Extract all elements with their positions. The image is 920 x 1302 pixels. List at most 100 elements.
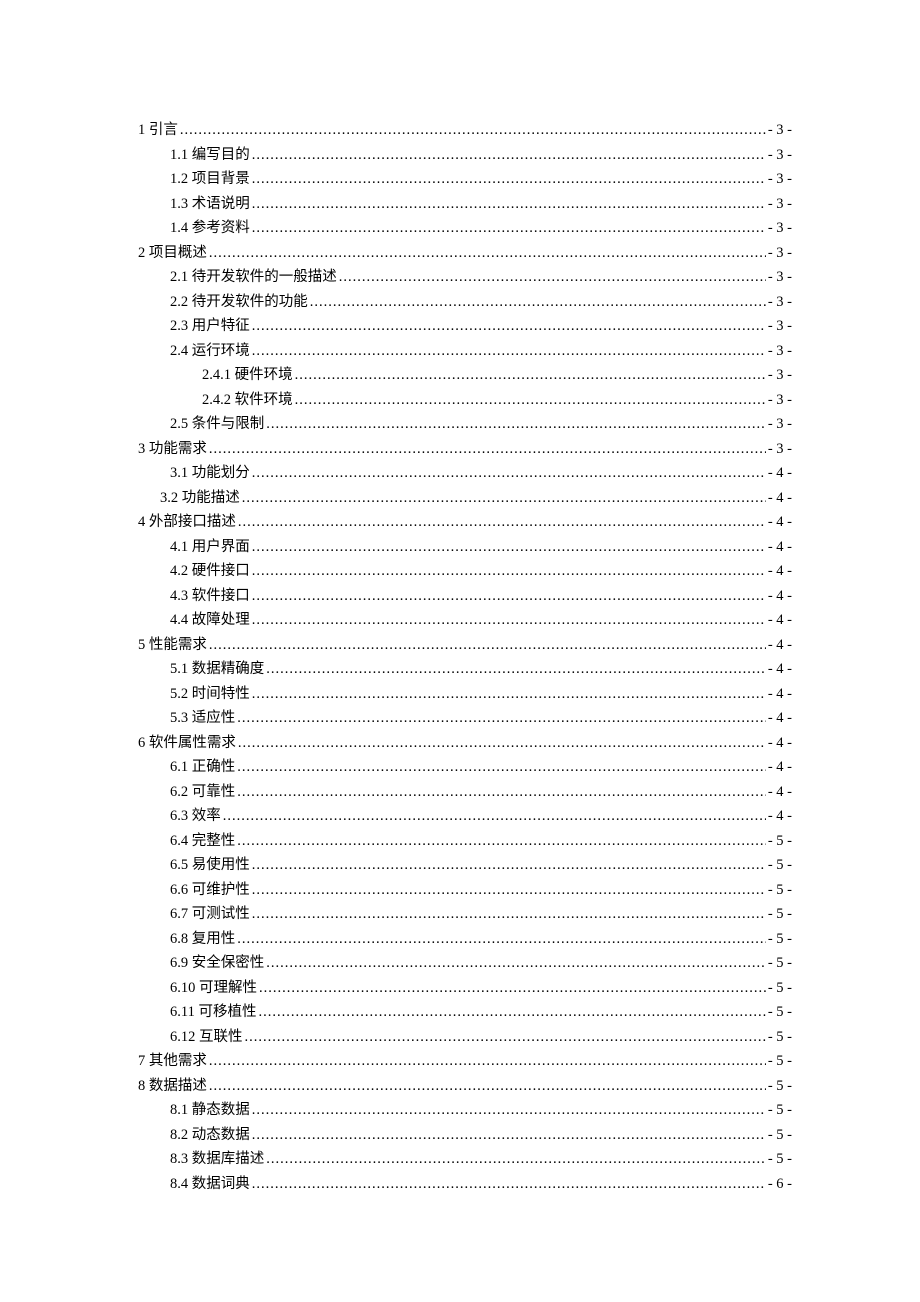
toc-leader bbox=[252, 461, 766, 486]
toc-entry[interactable]: 4.2 硬件接口- 4 - bbox=[138, 559, 792, 584]
toc-entry[interactable]: 3.2 功能描述- 4 - bbox=[138, 486, 792, 511]
toc-entry[interactable]: 1 引言 - 3 - bbox=[138, 118, 792, 143]
toc-leader bbox=[242, 486, 766, 511]
toc-leader bbox=[252, 1098, 766, 1123]
toc-entry[interactable]: 8.3 数据库描述- 5 - bbox=[138, 1147, 792, 1172]
toc-entry[interactable]: 2.4.1 硬件环境- 3 - bbox=[138, 363, 792, 388]
toc-entry-page: - 3 - bbox=[768, 143, 792, 168]
toc-entry-page: - 3 - bbox=[768, 388, 792, 413]
toc-entry[interactable]: 6.1 正确性 - 4 - bbox=[138, 755, 792, 780]
toc-entry-label: 3.2 功能描述 bbox=[160, 486, 240, 511]
toc-entry[interactable]: 5.2 时间特性- 4 - bbox=[138, 682, 792, 707]
toc-entry-page: - 3 - bbox=[768, 118, 792, 143]
toc-entry-page: - 4 - bbox=[768, 608, 792, 633]
toc-entry[interactable]: 4.1 用户界面- 4 - bbox=[138, 535, 792, 560]
toc-leader bbox=[209, 1074, 766, 1099]
toc-entry-page: - 5 - bbox=[768, 829, 792, 854]
toc-entry[interactable]: 6.2 可靠性- 4 - bbox=[138, 780, 792, 805]
toc-entry[interactable]: 7 其他需求- 5 - bbox=[138, 1049, 792, 1074]
toc-entry[interactable]: 1.1 编写目的 - 3 - bbox=[138, 143, 792, 168]
toc-leader bbox=[237, 829, 766, 854]
toc-leader bbox=[223, 804, 766, 829]
toc-leader bbox=[237, 706, 766, 731]
toc-entry[interactable]: 4.4 故障处理- 4 - bbox=[138, 608, 792, 633]
toc-entry-label: 1.3 术语说明 bbox=[170, 192, 250, 217]
toc-entry-page: - 5 - bbox=[768, 1049, 792, 1074]
toc-entry-page: - 5 - bbox=[768, 902, 792, 927]
toc-entry-page: - 4 - bbox=[768, 461, 792, 486]
toc-entry-page: - 4 - bbox=[768, 780, 792, 805]
toc-entry[interactable]: 4.3 软件接口- 4 - bbox=[138, 584, 792, 609]
toc-entry-page: - 5 - bbox=[768, 976, 792, 1001]
toc-entry[interactable]: 3.1 功能划分- 4 - bbox=[138, 461, 792, 486]
toc-entry-label: 2.4 运行环境 bbox=[170, 339, 250, 364]
toc-entry-page: - 5 - bbox=[768, 1123, 792, 1148]
toc-entry[interactable]: 5.1 数据精确度- 4 - bbox=[138, 657, 792, 682]
toc-entry[interactable]: 1.2 项目背景- 3 - bbox=[138, 167, 792, 192]
toc-entry[interactable]: 2.3 用户特征- 3 - bbox=[138, 314, 792, 339]
toc-entry[interactable]: 8.1 静态数据- 5 - bbox=[138, 1098, 792, 1123]
toc-entry-page: - 4 - bbox=[768, 731, 792, 756]
toc-entry[interactable]: 8.2 动态数据- 5 - bbox=[138, 1123, 792, 1148]
toc-entry[interactable]: 2.1 待开发软件的一般描述- 3 - bbox=[138, 265, 792, 290]
toc-entry-label: 2 项目概述 bbox=[138, 241, 207, 266]
toc-entry[interactable]: 1.4 参考资料 - 3 - bbox=[138, 216, 792, 241]
toc-entry[interactable]: 1.3 术语说明- 3 - bbox=[138, 192, 792, 217]
toc-leader bbox=[245, 1025, 766, 1050]
toc-entry-page: - 3 - bbox=[768, 216, 792, 241]
toc-leader bbox=[237, 927, 766, 952]
toc-entry[interactable]: 6.12 互联性- 5 - bbox=[138, 1025, 792, 1050]
toc-entry-page: - 5 - bbox=[768, 1147, 792, 1172]
toc-leader bbox=[339, 265, 766, 290]
toc-entry-label: 4.2 硬件接口 bbox=[170, 559, 250, 584]
toc-entry-page: - 6 - bbox=[768, 1172, 792, 1197]
toc-entry[interactable]: 2.4.2 软件环境- 3 - bbox=[138, 388, 792, 413]
toc-entry-page: - 4 - bbox=[768, 755, 792, 780]
toc-entry[interactable]: 6.3 效率- 4 - bbox=[138, 804, 792, 829]
toc-entry[interactable]: 8 数据描述- 5 - bbox=[138, 1074, 792, 1099]
toc-entry-label: 8 数据描述 bbox=[138, 1074, 207, 1099]
toc-entry-label: 2.4.1 硬件环境 bbox=[202, 363, 293, 388]
toc-entry[interactable]: 6.7 可测试性- 5 - bbox=[138, 902, 792, 927]
toc-entry-label: 5.2 时间特性 bbox=[170, 682, 250, 707]
toc-leader bbox=[252, 216, 766, 241]
toc-entry-label: 8.1 静态数据 bbox=[170, 1098, 250, 1123]
toc-entry[interactable]: 6 软件属性需求- 4 - bbox=[138, 731, 792, 756]
toc-entry[interactable]: 6.9 安全保密性- 5 - bbox=[138, 951, 792, 976]
toc-entry[interactable]: 8.4 数据词典- 6 - bbox=[138, 1172, 792, 1197]
toc-entry[interactable]: 6.5 易使用性- 5 - bbox=[138, 853, 792, 878]
toc-entry-page: - 5 - bbox=[768, 1000, 792, 1025]
toc-leader bbox=[259, 976, 766, 1001]
toc-entry-label: 6.12 互联性 bbox=[170, 1025, 243, 1050]
toc-entry[interactable]: 6.6 可维护性- 5 - bbox=[138, 878, 792, 903]
toc-leader bbox=[238, 510, 766, 535]
toc-entry-label: 5 性能需求 bbox=[138, 633, 207, 658]
toc-entry-label: 2.5 条件与限制 bbox=[170, 412, 264, 437]
toc-entry[interactable]: 5.3 适应性- 4 - bbox=[138, 706, 792, 731]
toc-leader bbox=[209, 437, 766, 462]
toc-entry[interactable]: 2 项目概述- 3 - bbox=[138, 241, 792, 266]
toc-entry[interactable]: 4 外部接口描述- 4 - bbox=[138, 510, 792, 535]
toc-entry-page: - 5 - bbox=[768, 927, 792, 952]
toc-entry[interactable]: 6.11 可移植性- 5 - bbox=[138, 1000, 792, 1025]
toc-entry-label: 5.1 数据精确度 bbox=[170, 657, 264, 682]
toc-entry-label: 1.4 参考资料 bbox=[170, 216, 250, 241]
toc-entry[interactable]: 6.10 可理解性 - 5 - bbox=[138, 976, 792, 1001]
toc-leader bbox=[237, 780, 766, 805]
toc-entry[interactable]: 2.4 运行环境 - 3 - bbox=[138, 339, 792, 364]
toc-entry-page: - 3 - bbox=[768, 412, 792, 437]
toc-entry-label: 6.1 正确性 bbox=[170, 755, 235, 780]
table-of-contents: 1 引言- 3 -1.1 编写目的- 3 -1.2 项目背景- 3 -1.3 术… bbox=[138, 118, 792, 1196]
toc-entry[interactable]: 2.2 待开发软件的功能- 3 - bbox=[138, 290, 792, 315]
toc-entry[interactable]: 6.8 复用性- 5 - bbox=[138, 927, 792, 952]
toc-entry-label: 1 引言 bbox=[138, 118, 178, 143]
toc-entry[interactable]: 5 性能需求- 4 - bbox=[138, 633, 792, 658]
toc-entry[interactable]: 6.4 完整性- 5 - bbox=[138, 829, 792, 854]
toc-entry[interactable]: 2.5 条件与限制 - 3 - bbox=[138, 412, 792, 437]
toc-leader bbox=[252, 143, 766, 168]
toc-entry[interactable]: 3 功能需求- 3 - bbox=[138, 437, 792, 462]
toc-leader bbox=[252, 608, 766, 633]
toc-entry-label: 1.1 编写目的 bbox=[170, 143, 250, 168]
toc-entry-label: 6.10 可理解性 bbox=[170, 976, 257, 1001]
toc-entry-page: - 3 - bbox=[768, 339, 792, 364]
